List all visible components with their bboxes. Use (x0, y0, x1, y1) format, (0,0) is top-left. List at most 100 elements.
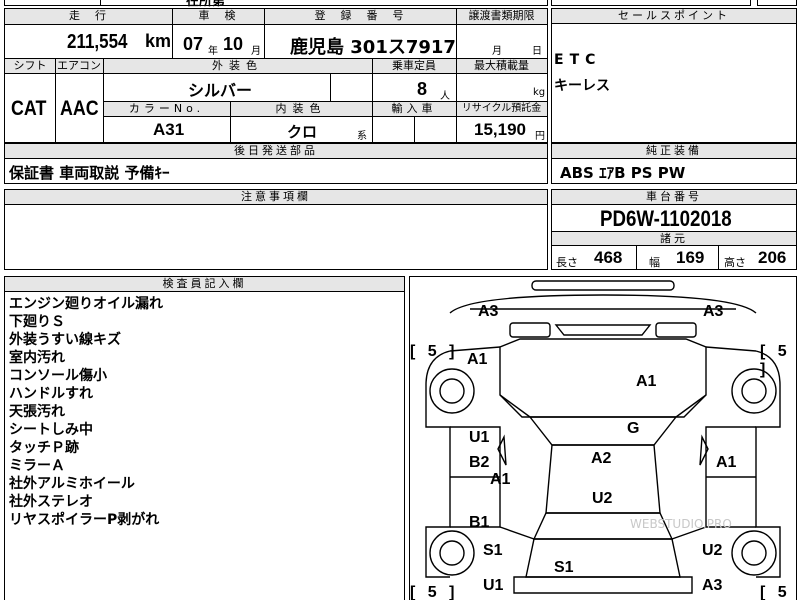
width-label: 幅 (649, 256, 660, 269)
caution-header: 注意事項欄 (5, 190, 547, 205)
sales-point-item: キーレス (554, 78, 610, 94)
capacity-unit: 人 (440, 91, 450, 102)
front-bumper-shape (531, 280, 675, 291)
code-right-door: A1 (716, 454, 737, 471)
inspection-year-unit: 年 (208, 46, 218, 57)
windshield-shape (528, 416, 678, 446)
max-load-label: 最大積載量 (474, 59, 529, 72)
exterior-color-label: 外装色 (212, 59, 263, 72)
code-bottom-left-u1: U1 (483, 577, 504, 594)
max-load-unit: kg (533, 87, 546, 98)
inspector-notes-header: 検査員記入欄 (5, 277, 404, 292)
code-rear-right-u2: U2 (702, 542, 723, 559)
inspector-note: ミラーＡ (9, 458, 65, 474)
code-front-left-top: A3 (478, 303, 499, 320)
car-diagram (425, 280, 781, 594)
top-strip-right (551, 0, 751, 6)
tire-code-rear-right: [ 5 ] (760, 584, 791, 600)
equipment-header: 純正装備 (552, 144, 796, 159)
chassis-header: 車台番号 (552, 190, 796, 205)
later-shipment-panel: 後日発送部品 保証書 車両取説 予備ｷｰ (4, 143, 548, 184)
equipment-panel: 純正装備 ABS ｴｱB PS PW (551, 143, 797, 184)
code-left-upper: A1 (467, 351, 488, 368)
tire-rear-left (429, 530, 475, 576)
top-strip-right-2 (757, 0, 797, 6)
ac-value: AAC (60, 97, 99, 120)
transfer-day-unit: 日 (532, 46, 542, 57)
tire-code-front-right: [ 5 ] (760, 343, 791, 378)
sales-points-panel: セールスポイント ETC キーレス (551, 8, 797, 143)
inspector-note: 社外ステレオ (9, 494, 93, 510)
sales-point-item: ETC (554, 52, 602, 68)
code-door-rear-left: B1 (469, 514, 490, 531)
tire-code-rear-left: [ 5 ] (410, 584, 459, 600)
inspector-note: 下廻りＳ (9, 314, 65, 330)
vehicle-info-table: 走 行 車 検 登 録 番 号 譲渡書類期限 211,554 km 07 年 1… (4, 8, 548, 143)
inspection-month: 10 (223, 34, 244, 54)
code-door-mid-left: B2 (469, 454, 490, 471)
recycle-label: リサイクル預託金 (461, 103, 542, 114)
height-value: 206 (758, 248, 787, 267)
mileage-unit: km (145, 31, 172, 51)
inspector-notes-list: エンジン廻りオイル漏れ 下廻りＳ 外装うすい線キズ 室内汚れ コンソール傷小 ハ… (9, 295, 163, 529)
interior-color-value: クロ (287, 123, 318, 141)
recycle-unit: 円 (535, 131, 545, 142)
mileage-value: 211,554 (67, 31, 128, 53)
transfer-month-unit: 月 (492, 46, 502, 57)
inspection-label: 車 検 (198, 9, 238, 22)
tire-rear-right (731, 530, 777, 576)
exterior-color-value: シルバー (188, 81, 253, 100)
caution-panel: 注意事項欄 (4, 189, 548, 270)
inspector-note: ハンドルすれ (9, 386, 93, 402)
code-left-side-a1: A1 (490, 471, 511, 488)
code-roof-a2: A2 (591, 450, 612, 467)
ac-label: エアコン (57, 59, 101, 72)
capacity-value: 8 (417, 79, 428, 99)
color-no-label: カラーNo. (128, 102, 205, 115)
equipment-value: ABS ｴｱB PS PW (560, 164, 686, 182)
inspector-note: リヤスポイラーP剥がれ (9, 512, 160, 528)
hood-shape (499, 338, 707, 418)
interior-color-suffix: 系 (357, 131, 367, 142)
interior-color-label: 内装色 (275, 102, 327, 115)
transfer-deadline-label: 譲渡書類期限 (468, 9, 535, 22)
registration-label: 登 録 番 号 (314, 9, 406, 22)
height-label: 高さ (724, 256, 746, 269)
later-shipment-header: 後日発送部品 (5, 144, 547, 159)
inspector-note: シートしみ中 (9, 422, 93, 438)
code-bottom-right-a3: A3 (702, 577, 723, 594)
code-hood: A1 (636, 373, 657, 390)
code-door-front-left: U1 (469, 429, 490, 446)
inspector-note: コンソール傷小 (9, 368, 107, 384)
code-roof-u2: U2 (592, 490, 613, 507)
code-rear-s1: S1 (554, 559, 574, 576)
sales-points-header: セールスポイント (552, 9, 796, 24)
code-rear-left-s1: S1 (483, 542, 503, 559)
shift-value: CAT (11, 97, 47, 120)
inspector-note: 外装うすい線キズ (9, 332, 121, 348)
length-value: 468 (594, 248, 623, 267)
inspector-note: 社外アルミホイール (9, 476, 135, 492)
registration-value: 鹿児島 301ス7917 (290, 37, 456, 58)
chassis-panel: 車台番号 PD6W-1102018 諸元 長さ 468 幅 169 高さ 206 (551, 189, 797, 270)
later-shipment-value: 保証書 車両取説 予備ｷｰ (9, 164, 170, 182)
tire-front-left (429, 368, 475, 414)
length-label: 長さ (556, 256, 578, 269)
watermark: WEBSTUDIO.PRO (630, 517, 732, 531)
inspection-year: 07 (183, 34, 204, 54)
capacity-label: 乗車定員 (392, 59, 436, 72)
tire-code-front-left: [ 5 ] (410, 343, 459, 360)
shift-label: シフト (13, 59, 47, 72)
top-strip-divider (100, 0, 101, 6)
code-front-right-top: A3 (703, 303, 724, 320)
dimensions-header: 諸元 (552, 231, 796, 246)
inspector-notes-panel: 検査員記入欄 エンジン廻りオイル漏れ 下廻りＳ 外装うすい線キズ 室内汚れ コン… (4, 276, 405, 600)
color-no-value: A31 (153, 120, 185, 139)
width-value: 169 (676, 248, 705, 267)
inspection-month-unit: 月 (251, 46, 261, 57)
chassis-value: PD6W-1102018 (600, 206, 732, 231)
code-roof-g: G (627, 420, 640, 437)
top-strip (4, 0, 548, 6)
inspector-note: タッチＰ跡 (9, 440, 79, 456)
recycle-value: 15,190 (474, 120, 526, 139)
